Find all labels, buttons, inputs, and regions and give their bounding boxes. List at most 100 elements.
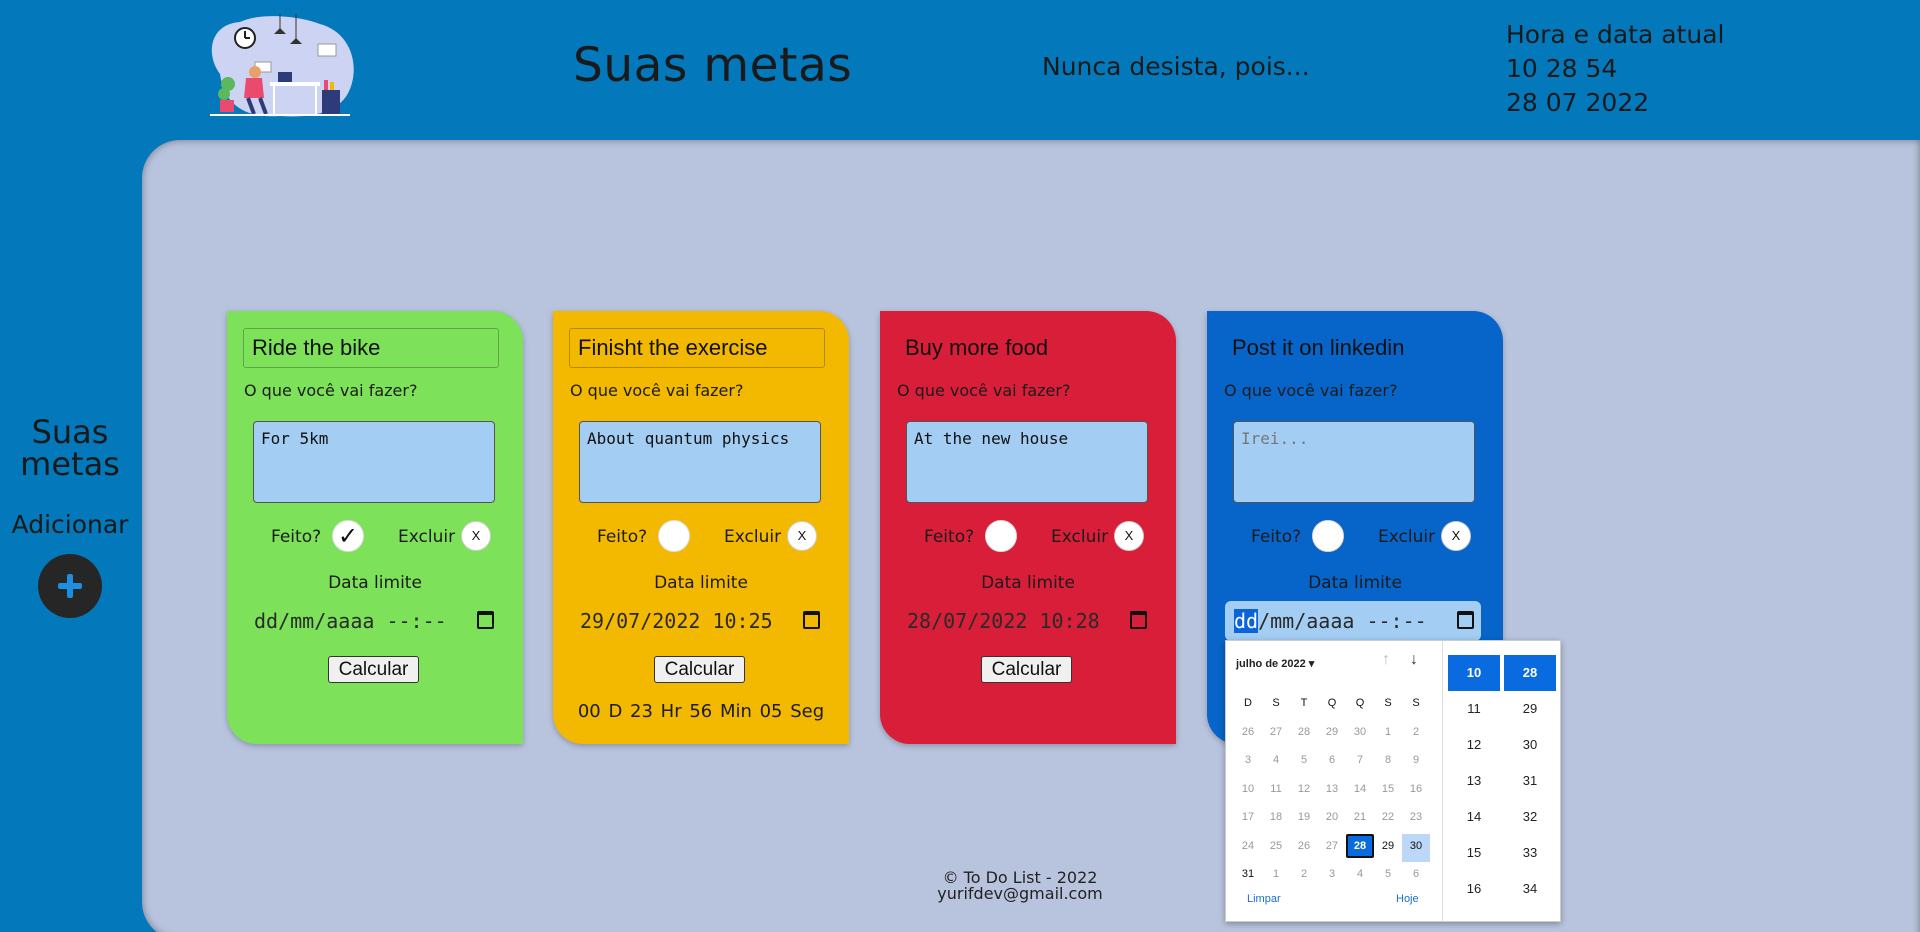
calendar-day[interactable]: 24 [1234,834,1262,863]
calendar-day[interactable]: 4 [1262,748,1290,777]
done-checkbox[interactable] [658,520,690,552]
calendar-day[interactable]: 7 [1346,748,1374,777]
clear-button[interactable]: Limpar [1247,893,1281,905]
calendar-day[interactable]: 14 [1346,777,1374,806]
calendar-day[interactable]: 5 [1374,862,1402,891]
calendar-week: 10 11 12 13 14 15 16 [1234,777,1430,806]
goal-title-input[interactable] [1223,328,1479,368]
goal-title-input[interactable] [243,328,499,368]
calendar-day[interactable]: 28 [1346,833,1374,858]
add-goal-button[interactable] [38,554,102,618]
hour-option[interactable]: 13 [1448,763,1500,799]
delete-button[interactable]: X [787,521,817,551]
minute-option[interactable]: 31 [1504,763,1556,799]
delete-label: Excluir [1051,527,1109,547]
calendar-day[interactable]: 4 [1346,862,1374,891]
calendar-day[interactable]: 2 [1290,862,1318,891]
calendar-day[interactable]: 29 [1318,720,1346,749]
calendar-day[interactable]: 22 [1374,805,1402,834]
calendar-day[interactable]: 19 [1290,805,1318,834]
calculate-button[interactable]: Calcular [981,656,1072,683]
arrow-up-icon[interactable]: ↑ [1376,651,1396,669]
hour-option[interactable]: 15 [1448,835,1500,871]
deadline-input[interactable]: 28/07/2022 10:28 [898,601,1154,641]
deadline-input[interactable]: 29/07/2022 10:25 [571,601,827,641]
calculate-button[interactable]: Calcular [328,656,419,683]
calendar-day[interactable]: 26 [1234,720,1262,749]
goal-title-input[interactable] [569,328,825,368]
calendar-day[interactable]: 31 [1234,862,1262,891]
minute-option[interactable]: 29 [1504,691,1556,727]
calendar-day[interactable]: 6 [1402,862,1430,891]
hour-option[interactable]: 14 [1448,799,1500,835]
delete-button[interactable]: X [461,521,491,551]
goal-title-input[interactable] [896,328,1152,368]
calendar-day[interactable]: 12 [1290,777,1318,806]
calendar-day[interactable]: 3 [1234,748,1262,777]
calendar-day[interactable]: 29 [1374,834,1402,863]
goal-description-input[interactable] [1233,421,1475,503]
minute-option[interactable]: 32 [1504,799,1556,835]
calendar-day[interactable]: 11 [1262,777,1290,806]
minute-option[interactable]: 30 [1504,727,1556,763]
calendar-day[interactable]: 30 [1402,833,1430,862]
delete-label: Excluir [398,527,456,547]
done-label: Feito? [271,527,322,547]
calendar-day[interactable]: 6 [1318,748,1346,777]
calendar-day[interactable]: 20 [1318,805,1346,834]
calendar-day[interactable]: 1 [1262,862,1290,891]
calendar-day[interactable]: 28 [1290,720,1318,749]
arrow-down-icon[interactable]: ↓ [1404,651,1424,669]
month-selector[interactable]: julho de 2022 ▾ [1236,657,1314,670]
calendar-day[interactable]: 27 [1318,834,1346,863]
tagline: Nunca desista, pois... [1042,52,1310,81]
hour-option[interactable]: 16 [1448,871,1500,907]
calculate-button[interactable]: Calcular [654,656,745,683]
weekday-label: Q [1355,697,1365,709]
hour-option[interactable]: 10 [1448,655,1500,691]
calendar-day[interactable]: 18 [1262,805,1290,834]
calendar-day[interactable]: 3 [1318,862,1346,891]
delete-button[interactable]: X [1441,521,1471,551]
calendar-day[interactable]: 1 [1374,720,1402,749]
deadline-input[interactable]: dd/mm/aaaa --:-- [245,601,501,641]
calendar-day[interactable]: 17 [1234,805,1262,834]
calendar-day[interactable]: 30 [1346,720,1374,749]
minute-option[interactable]: 34 [1504,871,1556,907]
hour-option[interactable]: 11 [1448,691,1500,727]
goal-description-input[interactable]: About quantum physics [579,421,821,503]
deadline-day-segment[interactable]: dd [1234,609,1259,633]
minute-option[interactable]: 33 [1504,835,1556,871]
goal-description-input[interactable]: For 5km [253,421,495,503]
deadline-input[interactable]: dd/mm/aaaa --:-- [1225,601,1481,641]
weekday-label: D [1244,697,1252,709]
calendar-icon[interactable] [477,611,494,629]
calendar-icon[interactable] [803,611,820,629]
calendar-day[interactable]: 23 [1402,805,1430,834]
calendar-icon[interactable] [1130,611,1147,629]
calendar-day[interactable]: 5 [1290,748,1318,777]
calendar-icon[interactable] [1457,611,1474,629]
minute-column: 28 29 30 31 32 33 34 [1504,655,1556,907]
calendar-day[interactable]: 15 [1374,777,1402,806]
done-checkbox[interactable]: ✓ [332,520,364,552]
delete-button[interactable]: X [1114,521,1144,551]
calendar-day[interactable]: 25 [1262,834,1290,863]
calendar-day[interactable]: 27 [1262,720,1290,749]
done-checkbox[interactable] [1312,520,1344,552]
calendar-day[interactable]: 13 [1318,777,1346,806]
done-checkbox[interactable] [985,520,1017,552]
done-label: Feito? [1251,527,1302,547]
hour-option[interactable]: 12 [1448,727,1500,763]
divider [1442,641,1443,921]
calendar-day[interactable]: 16 [1402,777,1430,806]
goal-description-input[interactable]: At the new house [906,421,1148,503]
calendar-day[interactable]: 8 [1374,748,1402,777]
calendar-day[interactable]: 9 [1402,748,1430,777]
calendar-day[interactable]: 21 [1346,805,1374,834]
today-button[interactable]: Hoje [1396,893,1419,905]
calendar-day[interactable]: 26 [1290,834,1318,863]
minute-option[interactable]: 28 [1504,655,1556,691]
calendar-day[interactable]: 2 [1402,720,1430,749]
calendar-day[interactable]: 10 [1234,777,1262,806]
